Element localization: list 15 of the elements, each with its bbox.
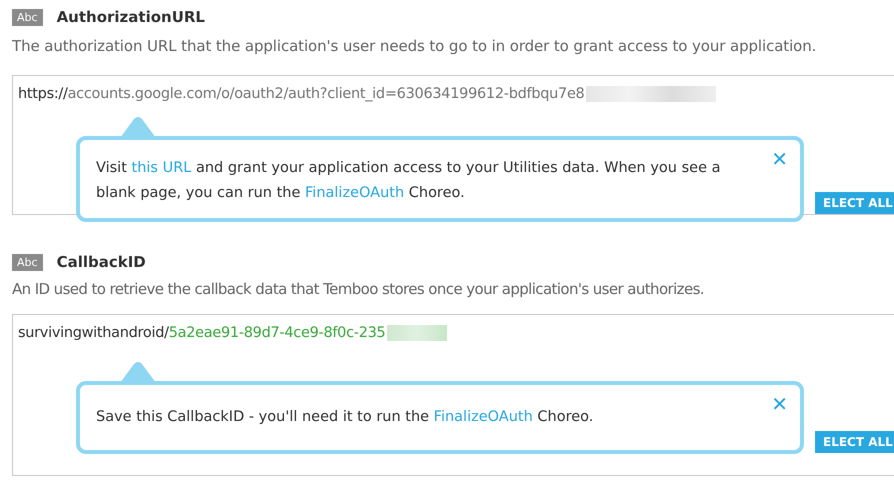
tooltip-message: Visit this URL and grant your application access to your Utilities data. When you see a blank page, you can run the FinalizeOAuth Choreo.: [96, 159, 722, 203]
tooltip-pointer: [120, 116, 156, 138]
type-badge: Abc: [12, 8, 43, 26]
tooltip-pointer: [120, 361, 156, 383]
field-title: AuthorizationURL: [56, 8, 205, 26]
field-description: An ID used to retrieve the callback data that Temboo stores once your application's user authorizes.: [12, 279, 705, 300]
output-field[interactable]: survivingwithandroid/5a2eae91-89d7-4ce9-8f0c-235 ELECT ALL Save this CallbackID - you'll need it to run the FinalizeOAuth Choreo. ✕: [12, 314, 894, 476]
type-badge: Abc: [12, 254, 43, 270]
field-description: The authorization URL that the application's user needs to go to in order to grant access to your application.: [12, 36, 818, 57]
select-all-button[interactable]: ELECT ALL: [815, 192, 894, 214]
tooltip-message: Save this CallbackID - you'll need it to run the FinalizeOAuth Choreo.: [96, 408, 594, 427]
select-all-button[interactable]: ELECT ALL: [815, 431, 894, 453]
field-title: CallbackID: [56, 253, 146, 271]
field-value: survivingwithandroid/5a2eae91-89d7-4ce9-8f0c-235: [18, 325, 386, 341]
field-value: https://accounts.google.com/o/oauth2/auth?client_id=630634199612-bdfbqu7e8: [18, 86, 584, 102]
